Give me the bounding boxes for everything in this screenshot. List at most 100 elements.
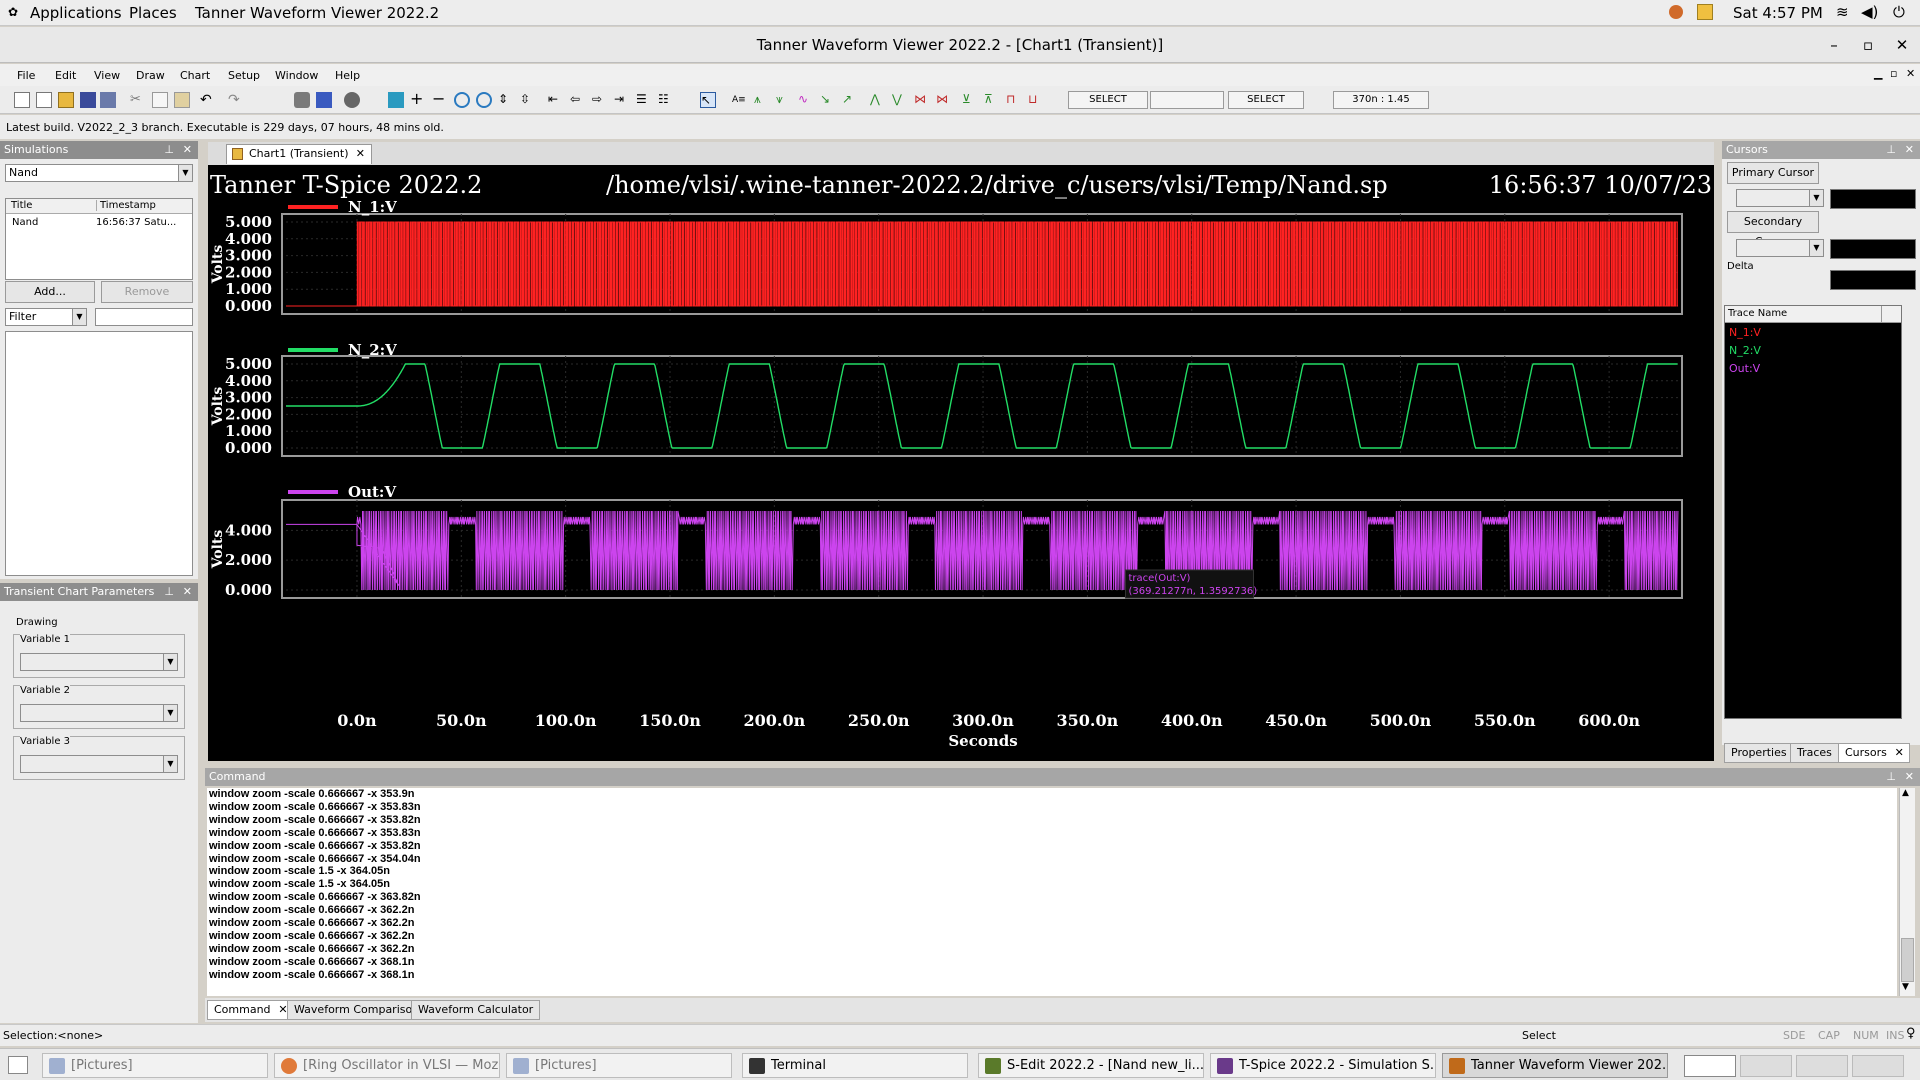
variable-3-select[interactable]: ▼ bbox=[20, 755, 178, 773]
help-icon[interactable]: ♀ bbox=[1906, 1026, 1916, 1041]
zoom-in-icon[interactable]: + bbox=[410, 91, 426, 108]
zoom-box-icon[interactable] bbox=[454, 92, 470, 108]
measure-icon-4[interactable]: ⊼ bbox=[984, 92, 1000, 108]
waveform-chart[interactable]: Tanner T-Spice 2022.2 /home/vlsi/.wine-t… bbox=[208, 165, 1714, 761]
tab-cursors[interactable]: Cursors ✕ bbox=[1838, 743, 1910, 763]
edge-fall-icon[interactable]: ⋁ bbox=[892, 92, 908, 108]
marker-icon-1[interactable]: ⩚ bbox=[754, 92, 770, 108]
minimize-button[interactable]: – bbox=[1820, 27, 1848, 63]
trace-list[interactable]: Trace Name N_1:V N_2:V Out:V bbox=[1724, 305, 1902, 719]
menu-draw[interactable]: Draw bbox=[136, 69, 165, 82]
select-pointer-icon[interactable]: ↖ bbox=[700, 92, 716, 108]
zoom-y2-icon[interactable]: ⇳ bbox=[520, 92, 536, 108]
zoom-y-icon[interactable]: ⇕ bbox=[498, 92, 514, 108]
menu-chart[interactable]: Chart bbox=[180, 69, 210, 82]
show-desktop-icon[interactable] bbox=[8, 1056, 28, 1074]
pin-icon[interactable]: ⊥ bbox=[1886, 141, 1896, 159]
panel-close-icon[interactable]: ✕ bbox=[1905, 768, 1914, 786]
measure-icon-2[interactable]: ⋈ bbox=[936, 92, 952, 108]
scroll-right-icon[interactable]: ⇨ bbox=[592, 92, 608, 108]
stack-icon[interactable]: ☷ bbox=[658, 92, 674, 108]
pin-icon[interactable]: ⊥ bbox=[1886, 768, 1896, 786]
secondary-cursor-select[interactable]: ▼ bbox=[1736, 239, 1824, 257]
task-tspice[interactable]: T-Spice 2022.2 - Simulation S... bbox=[1210, 1053, 1436, 1078]
arrange-icon[interactable]: ☰ bbox=[636, 92, 652, 108]
secondary-cursor-button[interactable]: Secondary Cursor bbox=[1727, 211, 1819, 248]
scroll-left-icon[interactable]: ⇦ bbox=[570, 92, 586, 108]
panel-close-icon[interactable]: ✕ bbox=[183, 583, 192, 601]
tab-chart1[interactable]: Chart1 (Transient) ✕ bbox=[226, 144, 372, 164]
tab-waveform-calculator[interactable]: Waveform Calculator bbox=[411, 1000, 541, 1020]
menu-window[interactable]: Window bbox=[275, 69, 318, 82]
mdi-minimize-icon[interactable]: ▁ bbox=[1874, 67, 1882, 80]
task-waveform-viewer[interactable]: Tanner Waveform Viewer 202... bbox=[1442, 1053, 1668, 1078]
variable-2-select[interactable]: ▼ bbox=[20, 704, 178, 722]
select-box-2[interactable]: SELECT bbox=[1228, 91, 1304, 109]
simulation-details-list[interactable] bbox=[5, 331, 193, 576]
panel-close-icon[interactable]: ✕ bbox=[1905, 141, 1914, 159]
cut-icon[interactable]: ✂ bbox=[130, 92, 146, 108]
menu-setup[interactable]: Setup bbox=[228, 69, 260, 82]
primary-cursor-select[interactable]: ▼ bbox=[1736, 189, 1824, 207]
task-firefox[interactable]: [Ring Oscillator in VLSI — Moz... bbox=[274, 1053, 500, 1078]
column-timestamp[interactable]: Timestamp bbox=[96, 200, 156, 211]
wifi-icon[interactable]: ≋ bbox=[1836, 3, 1849, 21]
power-icon[interactable]: ⏻ bbox=[1893, 3, 1905, 21]
trace-item-n2[interactable]: N_2:V bbox=[1729, 344, 1761, 357]
new-chart-icon[interactable] bbox=[36, 92, 52, 108]
applications-menu[interactable]: Applications bbox=[30, 4, 122, 22]
measure-icon-5[interactable]: ⊓ bbox=[1006, 92, 1022, 108]
tab-close-icon[interactable]: ✕ bbox=[1895, 744, 1904, 762]
close-button[interactable]: ✕ bbox=[1888, 27, 1916, 63]
trace-name-column[interactable]: Trace Name bbox=[1728, 308, 1787, 319]
marker-icon-3[interactable]: ∿ bbox=[798, 92, 814, 108]
open-folder-icon[interactable] bbox=[58, 92, 74, 108]
scroll-left-end-icon[interactable]: ⇤ bbox=[548, 92, 564, 108]
command-scrollbar[interactable]: ▲ ▼ bbox=[1899, 788, 1915, 996]
workspace-2[interactable] bbox=[1740, 1055, 1792, 1077]
menu-file[interactable]: File bbox=[17, 69, 35, 82]
menu-view[interactable]: View bbox=[94, 69, 120, 82]
undo-icon[interactable]: ↶ bbox=[200, 92, 216, 108]
select-box-blank[interactable] bbox=[1150, 91, 1224, 109]
zoom-out-icon[interactable]: − bbox=[432, 91, 448, 108]
record-icon[interactable] bbox=[344, 92, 360, 108]
marker-icon-5[interactable]: ↗ bbox=[842, 92, 858, 108]
filter-input[interactable] bbox=[95, 308, 193, 326]
waveform-svg[interactable]: Tanner T-Spice 2022.2 /home/vlsi/.wine-t… bbox=[208, 165, 1714, 761]
text-tool-icon[interactable]: A≡ bbox=[732, 92, 748, 108]
task-terminal[interactable]: Terminal bbox=[742, 1053, 968, 1078]
save-all-icon[interactable] bbox=[100, 92, 116, 108]
task-sedit[interactable]: S-Edit 2022.2 - [Nand new_li... bbox=[978, 1053, 1204, 1078]
variable-1-select[interactable]: ▼ bbox=[20, 653, 178, 671]
save-icon[interactable] bbox=[80, 92, 96, 108]
scroll-right-end-icon[interactable]: ⇥ bbox=[614, 92, 630, 108]
scroll-thumb[interactable] bbox=[1901, 938, 1914, 982]
maximize-button[interactable]: ▫ bbox=[1854, 27, 1882, 63]
filter-select[interactable]: Filter ▼ bbox=[5, 308, 87, 326]
clock[interactable]: Sat 4:57 PM bbox=[1733, 4, 1823, 22]
menu-help[interactable]: Help bbox=[335, 69, 360, 82]
home-icon[interactable] bbox=[388, 92, 404, 108]
copy-icon[interactable] bbox=[152, 92, 168, 108]
simulation-select[interactable]: Nand ▼ bbox=[5, 164, 193, 182]
task-pictures-1[interactable]: [Pictures] bbox=[42, 1053, 268, 1078]
pin-icon[interactable]: ⊥ bbox=[164, 583, 174, 601]
panel-close-icon[interactable]: ✕ bbox=[183, 141, 192, 159]
paste-icon[interactable] bbox=[174, 92, 190, 108]
workspace-4[interactable] bbox=[1852, 1055, 1904, 1077]
tab-command[interactable]: Command ✕ bbox=[207, 1000, 294, 1020]
tab-properties[interactable]: Properties bbox=[1724, 743, 1794, 763]
layers-icon[interactable] bbox=[316, 92, 332, 108]
trace-item-n1[interactable]: N_1:V bbox=[1729, 326, 1761, 339]
redo-icon[interactable]: ↷ bbox=[228, 92, 244, 108]
add-simulation-button[interactable]: Add... bbox=[5, 281, 95, 303]
firefox-tray-icon[interactable] bbox=[1669, 5, 1683, 19]
updates-tray-icon[interactable] bbox=[1697, 4, 1713, 20]
menu-edit[interactable]: Edit bbox=[55, 69, 76, 82]
new-file-icon[interactable] bbox=[14, 92, 30, 108]
marker-icon-2[interactable]: ⩛ bbox=[776, 92, 792, 108]
places-menu[interactable]: Places bbox=[129, 4, 177, 22]
scroll-up-icon[interactable]: ▲ bbox=[1902, 788, 1909, 798]
command-log[interactable]: window zoom -scale 0.666667 -x 353.9n win… bbox=[207, 788, 1897, 996]
